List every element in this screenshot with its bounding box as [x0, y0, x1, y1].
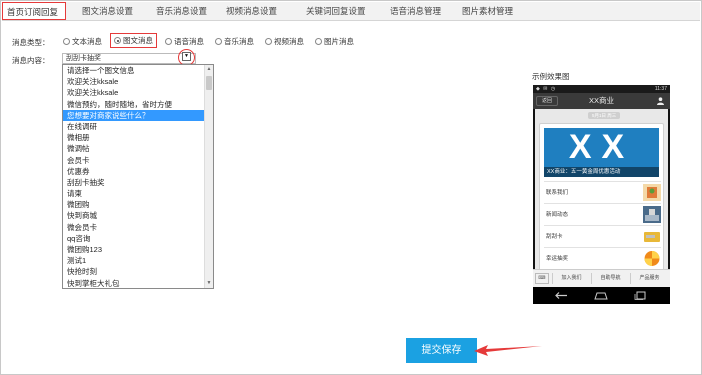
status-time: 11:37	[654, 86, 667, 92]
radio-circle	[215, 37, 222, 45]
news-thumbnail-icon	[643, 206, 661, 223]
dropdown-option[interactable]: 微团购	[63, 199, 205, 210]
dropdown-option[interactable]: 欢迎关注kksale	[63, 76, 205, 87]
dropdown-option[interactable]: 快到商城	[63, 210, 205, 221]
tab-news-settings[interactable]: 图文消息设置	[76, 2, 150, 20]
dropdown-option[interactable]: 优惠券	[63, 166, 205, 177]
phone-menu-item: 产品服务	[630, 273, 668, 284]
submit-save-button[interactable]: 提交保存	[406, 338, 477, 363]
radio-circle	[114, 37, 121, 44]
message-content-label: 消息内容：	[12, 56, 50, 65]
status-icons: ◆ ✉ ◷	[536, 86, 557, 92]
chevron-down-icon[interactable]: ▼	[182, 52, 191, 61]
news-item: 幸运抽奖	[544, 247, 661, 269]
radio-text-message[interactable]: 文本消息	[63, 35, 102, 47]
radio-video-message[interactable]: 视频消息	[265, 35, 304, 47]
dropdown-option[interactable]: 微信预约，随时随地，省时方便	[63, 99, 205, 110]
user-icon	[657, 97, 664, 105]
radio-circle	[315, 37, 322, 45]
dropdown-option[interactable]: 微会员卡	[63, 222, 205, 233]
news-item-label: 刮刮卡	[546, 234, 563, 240]
dropdown-option[interactable]: 在线调研	[63, 121, 205, 132]
phone-screen: 5月1日 周三 XX XX商业：五一黄金周优惠活动 联系我们 新闻动态 刮刮卡	[535, 109, 668, 281]
dropdown-option[interactable]: 会员卡	[63, 155, 205, 166]
dropdown-option[interactable]: 刮刮卡抽奖	[63, 177, 205, 188]
tab-image-assets[interactable]: 图片素材管理	[456, 2, 526, 20]
news-item-label: 新闻动态	[546, 212, 569, 218]
scroll-up-icon[interactable]: ▲	[205, 65, 213, 74]
scroll-down-icon[interactable]: ▼	[205, 279, 213, 288]
radio-circle	[165, 37, 172, 45]
dropdown-option[interactable]: 您想要对商家说些什么？	[63, 109, 205, 121]
message-type-label: 消息类型：	[12, 38, 50, 47]
cover-caption: XX商业：五一黄金周优惠活动	[544, 167, 659, 177]
radio-circle	[63, 37, 70, 45]
news-item: 新闻动态	[544, 203, 661, 225]
home-icon	[594, 292, 608, 300]
news-card: XX XX商业：五一黄金周优惠活动 联系我们 新闻动态 刮刮卡 幸运抽奖	[539, 123, 664, 281]
tab-voice-manage[interactable]: 语音消息管理	[384, 2, 456, 20]
radio-voice-message[interactable]: 语音消息	[165, 35, 204, 47]
tab-keyword-reply[interactable]: 关键词回复设置	[300, 2, 384, 20]
cover-text: XX	[568, 128, 635, 166]
cover-image: XX XX商业：五一黄金周优惠活动	[544, 128, 659, 177]
scratch-card-thumbnail-icon	[643, 228, 661, 245]
option-list: 请选择一个图文信息 欢迎关注kksale 欢迎关注kksale 微信预约，随时随地，省…	[63, 65, 205, 288]
phone-nav-bar	[533, 287, 670, 304]
dropdown-scrollbar[interactable]: ▲ ▼	[204, 65, 213, 288]
phone-title: XX商业	[588, 96, 614, 105]
dropdown-option[interactable]: qq咨询	[63, 233, 205, 244]
dropdown-option[interactable]: 微相册	[63, 132, 205, 143]
tab-bar: 首页订阅回复 图文消息设置 音乐消息设置 视频消息设置 关键词回复设置 语音消息…	[2, 2, 700, 21]
phone-menu-item: 加入我们	[552, 273, 590, 284]
date-pill: 5月1日 周三	[588, 112, 621, 119]
phone-app-bar: 返回 XX商业	[533, 93, 670, 109]
recent-apps-icon	[634, 291, 646, 300]
keyboard-icon: ⌨	[535, 273, 549, 284]
dropdown-option[interactable]: 请柬	[63, 188, 205, 199]
radio-music-message[interactable]: 音乐消息	[215, 35, 254, 47]
content-select[interactable]: 刮刮卡抽奖	[62, 53, 196, 64]
phone-menu-item: 自助导航	[591, 273, 629, 284]
tab-video-settings[interactable]: 视频消息设置	[220, 2, 300, 20]
phone-status-bar: ◆ ✉ ◷ 11:37	[533, 85, 670, 93]
news-item-label: 联系我们	[546, 190, 569, 196]
tab-music-settings[interactable]: 音乐消息设置	[150, 2, 220, 20]
phone-preview: ◆ ✉ ◷ 11:37 返回 XX商业 5月1日 周三 XX XX商业：五一黄金…	[533, 85, 670, 304]
tab-subscribe-reply[interactable]: 首页订阅回复	[2, 2, 66, 20]
scroll-thumb[interactable]	[206, 76, 212, 90]
dropdown-option[interactable]: 微调帖	[63, 143, 205, 154]
contact-thumbnail-icon	[643, 184, 661, 201]
dropdown-option[interactable]: 请选择一个图文信息	[63, 65, 205, 76]
back-arrow-icon	[555, 292, 567, 299]
dropdown-option[interactable]: 快抢时刻	[63, 266, 205, 277]
news-item-label: 幸运抽奖	[546, 256, 569, 262]
phone-custom-menu: ⌨ 加入我们 自助导航 产品服务	[533, 269, 670, 287]
red-arrow-annotation-icon	[474, 345, 542, 356]
dropdown-option[interactable]: 微团购123	[63, 244, 205, 255]
dropdown-option[interactable]: 欢迎关注kksale	[63, 87, 205, 98]
news-item: 刮刮卡	[544, 225, 661, 247]
radio-circle	[265, 37, 272, 45]
radio-news-message[interactable]: 图文消息	[110, 33, 157, 48]
news-item: 联系我们	[544, 181, 661, 203]
dropdown-option[interactable]: 测试1	[63, 255, 205, 266]
radio-image-message[interactable]: 图片消息	[315, 35, 354, 47]
lottery-wheel-thumbnail-icon	[643, 250, 661, 267]
preview-label: 示例效果图	[532, 72, 570, 81]
content-dropdown-list[interactable]: 请选择一个图文信息 欢迎关注kksale 欢迎关注kksale 微信预约，随时随地，省…	[62, 64, 214, 289]
dropdown-option[interactable]: 快到掌柜大礼包	[63, 278, 205, 288]
